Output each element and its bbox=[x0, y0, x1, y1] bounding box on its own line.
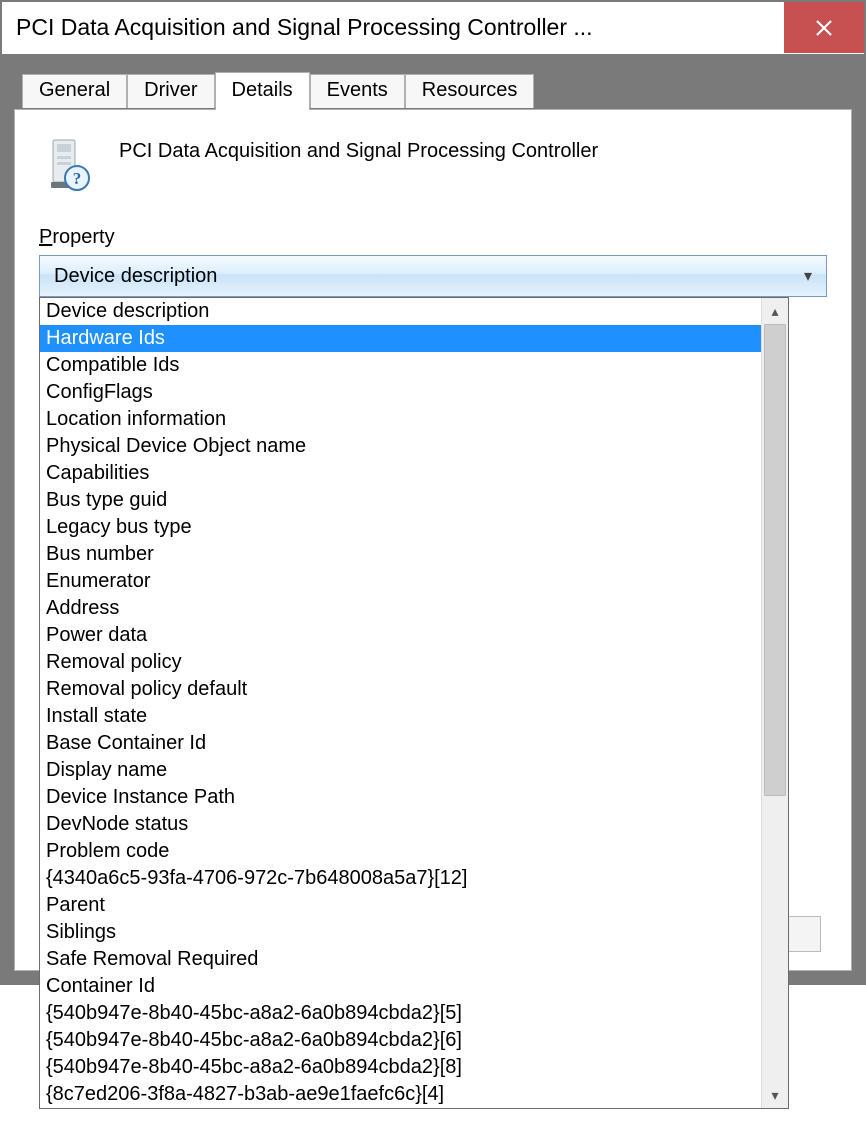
window-title: PCI Data Acquisition and Signal Processi… bbox=[2, 14, 784, 41]
dropdown-item[interactable]: Compatible Ids bbox=[40, 352, 761, 379]
dropdown-item[interactable]: Location information bbox=[40, 406, 761, 433]
dropdown-item[interactable]: Removal policy bbox=[40, 649, 761, 676]
dropdown-item[interactable]: Legacy bus type bbox=[40, 514, 761, 541]
dropdown-item[interactable]: {540b947e-8b40-45bc-a8a2-6a0b894cbda2}[5… bbox=[40, 1000, 761, 1027]
properties-window: PCI Data Acquisition and Signal Processi… bbox=[0, 0, 866, 985]
dropdown-item[interactable]: Enumerator bbox=[40, 568, 761, 595]
dropdown-item[interactable]: ConfigFlags bbox=[40, 379, 761, 406]
dropdown-item[interactable]: Container Id bbox=[40, 973, 761, 1000]
svg-text:?: ? bbox=[73, 169, 82, 188]
property-dropdown[interactable]: Device descriptionHardware IdsCompatible… bbox=[39, 297, 789, 1109]
dropdown-item[interactable]: Hardware Ids bbox=[40, 325, 761, 352]
tab-driver[interactable]: Driver bbox=[127, 74, 214, 108]
dropdown-item[interactable]: Install state bbox=[40, 703, 761, 730]
dropdown-item[interactable]: {4340a6c5-93fa-4706-972c-7b648008a5a7}[1… bbox=[40, 865, 761, 892]
dropdown-item[interactable]: Siblings bbox=[40, 919, 761, 946]
scroll-down-button[interactable]: ▾ bbox=[762, 1082, 788, 1108]
property-label: Property bbox=[39, 226, 827, 249]
dropdown-item[interactable]: Parent bbox=[40, 892, 761, 919]
dropdown-item[interactable]: Power data bbox=[40, 622, 761, 649]
property-combobox[interactable]: Device description ▾ bbox=[39, 255, 827, 297]
dropdown-scrollbar[interactable]: ▴ ▾ bbox=[761, 298, 788, 1108]
dropdown-item[interactable]: {540b947e-8b40-45bc-a8a2-6a0b894cbda2}[8… bbox=[40, 1054, 761, 1081]
dropdown-item[interactable]: Safe Removal Required bbox=[40, 946, 761, 973]
tab-events[interactable]: Events bbox=[310, 74, 405, 108]
tab-resources[interactable]: Resources bbox=[405, 74, 535, 108]
titlebar: PCI Data Acquisition and Signal Processi… bbox=[2, 2, 864, 54]
scroll-track[interactable] bbox=[762, 324, 788, 1082]
dropdown-item[interactable]: Address bbox=[40, 595, 761, 622]
dropdown-item[interactable]: Display name bbox=[40, 757, 761, 784]
scroll-up-button[interactable]: ▴ bbox=[762, 298, 788, 324]
tab-details[interactable]: Details bbox=[215, 72, 310, 110]
scroll-thumb[interactable] bbox=[764, 324, 786, 796]
dropdown-item[interactable]: Device description bbox=[40, 298, 761, 325]
tab-panel: ? PCI Data Acquisition and Signal Proces… bbox=[14, 109, 852, 971]
dropdown-item[interactable]: Removal policy default bbox=[40, 676, 761, 703]
dropdown-item[interactable]: Base Container Id bbox=[40, 730, 761, 757]
dropdown-item[interactable]: Bus type guid bbox=[40, 487, 761, 514]
device-header: ? PCI Data Acquisition and Signal Proces… bbox=[39, 136, 827, 192]
dropdown-item[interactable]: {8c7ed206-3f8a-4827-b3ab-ae9e1faefc6c}[4… bbox=[40, 1081, 761, 1108]
tabstrip: General Driver Details Events Resources bbox=[22, 65, 852, 108]
property-combobox-value: Device description bbox=[54, 265, 217, 288]
dropdown-list: Device descriptionHardware IdsCompatible… bbox=[40, 298, 761, 1108]
close-icon bbox=[814, 18, 834, 38]
close-button[interactable] bbox=[784, 2, 864, 53]
dropdown-item[interactable]: Physical Device Object name bbox=[40, 433, 761, 460]
dropdown-item[interactable]: Device Instance Path bbox=[40, 784, 761, 811]
dropdown-item[interactable]: Bus number bbox=[40, 541, 761, 568]
dropdown-item[interactable]: {540b947e-8b40-45bc-a8a2-6a0b894cbda2}[6… bbox=[40, 1027, 761, 1054]
tab-general[interactable]: General bbox=[22, 74, 127, 108]
dropdown-item[interactable]: DevNode status bbox=[40, 811, 761, 838]
device-name: PCI Data Acquisition and Signal Processi… bbox=[119, 136, 598, 163]
dropdown-item[interactable]: Capabilities bbox=[40, 460, 761, 487]
device-icon: ? bbox=[39, 136, 95, 192]
client-area: General Driver Details Events Resources bbox=[2, 54, 864, 983]
dropdown-item[interactable]: Problem code bbox=[40, 838, 761, 865]
chevron-down-icon: ▾ bbox=[804, 266, 812, 286]
